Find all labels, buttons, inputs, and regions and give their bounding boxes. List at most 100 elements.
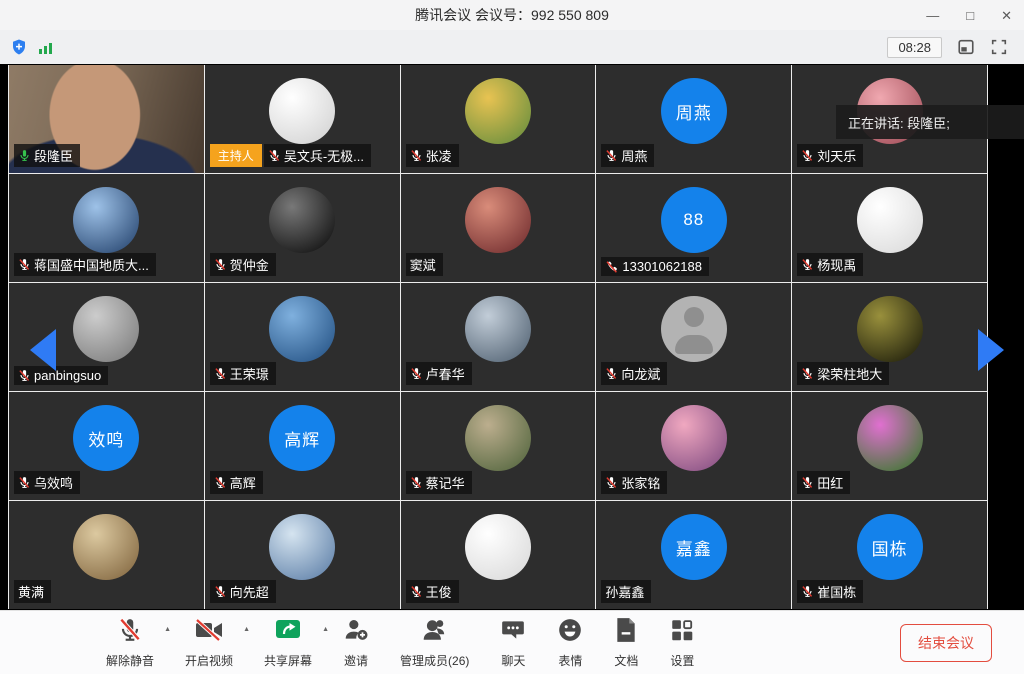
mic-muted-icon [18, 258, 31, 271]
participant-name-box: 杨现禹 [797, 253, 863, 276]
participant-tile[interactable]: 杨现禹 [792, 174, 987, 282]
participant-tile[interactable]: 张凌 [401, 65, 596, 173]
minimize-icon[interactable]: — [926, 9, 939, 22]
prev-page-arrow-icon[interactable] [30, 329, 56, 371]
photo-avatar [269, 187, 335, 253]
tile-label-row: 向先超 [210, 580, 276, 603]
share-screen-button[interactable]: 共享屏幕 ▲ [264, 617, 312, 669]
share-options-caret-icon[interactable]: ▲ [322, 626, 329, 633]
participant-tile[interactable]: 王俊 [401, 501, 596, 609]
tile-label-row: 田红 [797, 471, 850, 494]
photo-avatar [73, 187, 139, 253]
participant-tile[interactable]: 嘉鑫孙嘉鑫 [596, 501, 791, 609]
meeting-stage: 段隆臣主持人吴文兵-无极...张凌周燕周燕刘天乐蒋国盛中国地质大...贺仲金窦斌… [0, 64, 1024, 610]
fullscreen-icon[interactable] [990, 38, 1008, 56]
network-signal-icon[interactable] [38, 39, 56, 55]
tile-label-row: 王俊 [406, 580, 459, 603]
photo-avatar [465, 78, 531, 144]
participant-name: 蔡记华 [426, 473, 465, 492]
participant-name: 孙嘉鑫 [605, 582, 644, 601]
unmute-button[interactable]: 解除静音 ▲ [106, 617, 154, 669]
participant-tile[interactable]: 窦斌 [401, 174, 596, 282]
participant-tile[interactable]: 主持人吴文兵-无极... [205, 65, 400, 173]
window-titlebar: 腾讯会议 会议号：992 550 809 — □ ✕ [0, 0, 1024, 30]
participant-tile[interactable]: 8813301062188 [596, 174, 791, 282]
participant-tile[interactable]: 蔡记华 [401, 392, 596, 500]
mic-active-icon [18, 149, 31, 162]
default-person-avatar [661, 296, 727, 362]
end-meeting-button[interactable]: 结束会议 [900, 624, 992, 662]
silhouette-body [675, 335, 713, 354]
start-video-button[interactable]: 开启视频 ▲ [185, 617, 233, 669]
shield-plus-icon[interactable] [10, 38, 28, 56]
mic-muted-icon [605, 476, 618, 489]
video-options-caret-icon[interactable]: ▲ [243, 626, 250, 633]
mic-muted-icon [605, 149, 618, 162]
photo-avatar [269, 514, 335, 580]
participant-tile[interactable]: 蒋国盛中国地质大... [9, 174, 204, 282]
participant-tile[interactable]: 梁荣柱地大 [792, 283, 987, 391]
participant-name-box: 梁荣柱地大 [797, 362, 889, 385]
tile-label-row: 窦斌 [406, 253, 443, 276]
chat-button[interactable]: 聊天 [500, 617, 526, 669]
participant-tile[interactable]: 黄满 [9, 501, 204, 609]
phone-muted-icon [605, 260, 619, 274]
meeting-duration: 08:28 [887, 37, 942, 58]
start-video-label: 开启视频 [185, 652, 233, 669]
participant-name-box: 贺仲金 [210, 253, 276, 276]
maximize-icon[interactable]: □ [966, 9, 974, 22]
participant-tile[interactable]: 段隆臣 [9, 65, 204, 173]
participant-name-box: 崔国栋 [797, 580, 863, 603]
participant-name: 王荣璟 [230, 364, 269, 383]
participant-name: 周燕 [621, 146, 647, 165]
participant-name-box: 乌效鸣 [14, 471, 80, 494]
participant-tile[interactable]: 周燕周燕 [596, 65, 791, 173]
participant-tile[interactable]: 贺仲金 [205, 174, 400, 282]
tile-label-row: 王荣璟 [210, 362, 276, 385]
photo-avatar [465, 514, 531, 580]
tile-label-row: 主持人吴文兵-无极... [210, 144, 371, 167]
layout-pip-icon[interactable] [957, 38, 975, 56]
mic-options-caret-icon[interactable]: ▲ [164, 626, 171, 633]
photo-avatar [73, 296, 139, 362]
photo-avatar [857, 405, 923, 471]
emoji-label: 表情 [558, 652, 582, 669]
participant-name-box: 张凌 [406, 144, 459, 167]
participant-name-box: 段隆臣 [14, 144, 80, 167]
mic-muted-icon [268, 149, 281, 162]
participant-tile[interactable]: 效鸣乌效鸣 [9, 392, 204, 500]
participant-name-box: 黄满 [14, 580, 51, 603]
participant-name-box: 13301062188 [601, 257, 709, 276]
participant-tile[interactable]: 高辉高辉 [205, 392, 400, 500]
settings-button[interactable]: 设置 [669, 617, 695, 669]
participant-tile[interactable]: 田红 [792, 392, 987, 500]
tile-label-row: 黄满 [14, 580, 51, 603]
participant-tile[interactable]: 向先超 [205, 501, 400, 609]
participant-tile[interactable]: 向龙斌 [596, 283, 791, 391]
share-screen-icon [274, 617, 302, 648]
close-icon[interactable]: ✕ [1001, 9, 1012, 22]
next-page-arrow-icon[interactable] [978, 329, 1004, 371]
participant-tile[interactable]: 张家铭 [596, 392, 791, 500]
bottom-toolbar: 解除静音 ▲ 开启视频 ▲ 共享屏幕 ▲ 邀请 管理成员(26) 聊天 [0, 610, 1024, 674]
participant-name-box: 向龙斌 [601, 362, 667, 385]
participant-name: 卢春华 [426, 364, 465, 383]
camera-off-icon [195, 617, 223, 648]
participant-name-box: 王荣璟 [210, 362, 276, 385]
manage-members-button[interactable]: 管理成员(26) [400, 617, 469, 669]
emoji-button[interactable]: 表情 [557, 617, 583, 669]
participant-tile[interactable]: 卢春华 [401, 283, 596, 391]
manage-members-label: 管理成员(26) [400, 652, 469, 669]
participant-tile[interactable]: 国栋崔国栋 [792, 501, 987, 609]
top-toolbar: 08:28 [0, 30, 1024, 64]
participant-name: 张家铭 [621, 473, 660, 492]
participant-name: 蒋国盛中国地质大... [34, 255, 149, 274]
documents-button[interactable]: 文档 [614, 617, 638, 669]
initials-avatar: 嘉鑫 [661, 514, 727, 580]
participant-tile[interactable]: 王荣璟 [205, 283, 400, 391]
mic-muted-icon [801, 585, 814, 598]
participant-name: 黄满 [18, 582, 44, 601]
invite-button[interactable]: 邀请 [343, 617, 369, 669]
top-toolbar-left [10, 38, 56, 56]
mic-muted-icon [117, 617, 143, 648]
